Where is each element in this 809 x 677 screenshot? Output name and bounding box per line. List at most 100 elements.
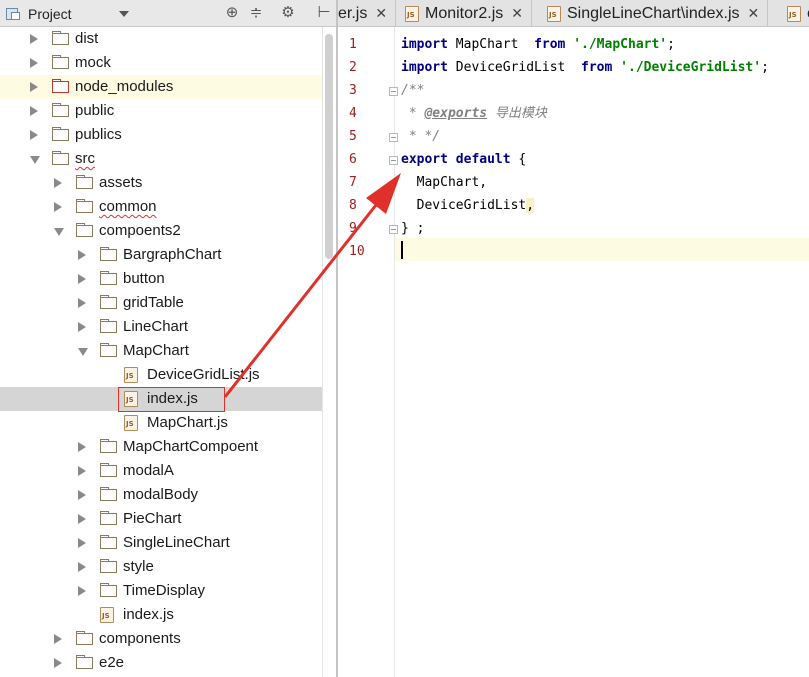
tree-file-item[interactable]: JS index.js: [0, 603, 322, 627]
tree-file-item[interactable]: JS MapChart.js: [0, 411, 322, 435]
chevron-right-icon[interactable]: [78, 538, 86, 548]
tree-folder-item[interactable]: common: [0, 195, 322, 219]
tree-folder-item[interactable]: dist: [0, 27, 322, 51]
chevron-right-icon[interactable]: [30, 58, 38, 68]
tree-scrollbar-thumb[interactable]: [325, 34, 333, 259]
tree-folder-item[interactable]: SingleLineChart: [0, 531, 322, 555]
tree-item-label: modalBody: [123, 486, 199, 503]
tree-folder-item[interactable]: BargraphChart: [0, 243, 322, 267]
tree-folder-item[interactable]: MapChartCompoent: [0, 435, 322, 459]
tree-folder-item[interactable]: style: [0, 555, 322, 579]
chevron-right-icon[interactable]: [78, 250, 86, 260]
code-line: DeviceGridList,: [401, 194, 535, 217]
code-token: *: [401, 106, 425, 121]
chevron-right-icon[interactable]: [30, 82, 38, 92]
tree-file-item[interactable]: JS DeviceGridList.js: [0, 363, 322, 387]
tree-folder-item[interactable]: modalA: [0, 459, 322, 483]
chevron-right-icon[interactable]: [78, 466, 86, 476]
chevron-right-icon[interactable]: [54, 658, 62, 668]
code-line: * @exports 导出模块: [401, 102, 547, 125]
folder-icon: [100, 247, 117, 261]
tree-item-label: gridTable: [123, 294, 184, 311]
chevron-right-icon[interactable]: [78, 322, 86, 332]
close-icon[interactable]: ✕: [511, 5, 523, 22]
chevron-right-icon[interactable]: [54, 202, 62, 212]
code-token: MapChart: [447, 37, 535, 52]
chevron-right-icon[interactable]: [54, 178, 62, 188]
folder-icon: [100, 487, 117, 501]
chevron-right-icon[interactable]: [78, 274, 86, 284]
tree-item-label: modalA: [123, 462, 174, 479]
tree-folder-item[interactable]: src: [0, 147, 322, 171]
js-file-icon-glyph: JS: [102, 612, 110, 620]
tree-folder-item[interactable]: mock: [0, 51, 322, 75]
js-file-icon: JS: [787, 5, 801, 22]
code-line: MapChart,: [401, 171, 487, 194]
tree-item-label: TimeDisplay: [123, 582, 205, 599]
tree-folder-item[interactable]: publics: [0, 123, 322, 147]
hide-panel-icon[interactable]: ⊢: [314, 4, 334, 22]
chevron-right-icon[interactable]: [78, 514, 86, 524]
tree-folder-item[interactable]: PieChart: [0, 507, 322, 531]
tree-folder-item[interactable]: modalBody: [0, 483, 322, 507]
target-icon[interactable]: ⊕: [222, 4, 242, 22]
chevron-right-icon[interactable]: [78, 562, 86, 572]
editor-tab[interactable]: JS SingleLineChart\index.js ✕: [537, 0, 769, 26]
chevron-right-icon[interactable]: [78, 442, 86, 452]
chevron-right-icon[interactable]: [30, 34, 38, 44]
collapse-all-icon[interactable]: ≑: [246, 4, 266, 22]
code-token: MapChart,: [401, 175, 488, 190]
editor-tab[interactable]: er.js ✕: [338, 0, 397, 26]
chevron-right-icon[interactable]: [78, 490, 86, 500]
project-view-selector[interactable]: Project: [6, 0, 129, 27]
close-icon[interactable]: ✕: [748, 5, 760, 22]
js-file-icon-glyph: JS: [126, 420, 134, 428]
chevron-down-icon[interactable]: [78, 348, 88, 356]
chevron-right-icon[interactable]: [78, 298, 86, 308]
code-token: './DeviceGridList': [620, 60, 762, 75]
line-number: 9: [349, 221, 357, 236]
editor-tab[interactable]: JSc: [777, 0, 809, 26]
js-file-icon-glyph: JS: [549, 10, 557, 19]
tree-folder-item[interactable]: assets: [0, 171, 322, 195]
chevron-down-icon[interactable]: [30, 156, 40, 164]
tree-folder-item[interactable]: TimeDisplay: [0, 579, 322, 603]
chevron-right-icon[interactable]: [30, 130, 38, 140]
line-number: 7: [349, 175, 357, 190]
tree-folder-item[interactable]: gridTable: [0, 291, 322, 315]
tree-item-label: src: [75, 150, 95, 167]
code-token: ;: [667, 37, 675, 52]
tree-folder-item[interactable]: LineChart: [0, 315, 322, 339]
chevron-down-icon[interactable]: [54, 228, 64, 236]
tree-folder-item[interactable]: e2e: [0, 651, 322, 675]
project-panel-title: Project: [28, 5, 72, 22]
chevron-right-icon[interactable]: [30, 106, 38, 116]
tree-item-label: common: [99, 198, 157, 215]
folder-icon: [100, 463, 117, 477]
gear-icon[interactable]: ⚙: [278, 4, 298, 22]
tree-folder-item[interactable]: compoents2: [0, 219, 322, 243]
tree-folder-item[interactable]: components: [0, 627, 322, 651]
tree-folder-item[interactable]: button: [0, 267, 322, 291]
tree-item-label: e2e: [99, 654, 125, 671]
folder-icon: [52, 31, 69, 45]
tree-folder-item[interactable]: MapChart: [0, 339, 322, 363]
code-line: import MapChart from './MapChart';: [401, 33, 675, 56]
editor-tab-label: er.js: [338, 4, 368, 22]
tree-item-label: node_modules: [75, 78, 174, 95]
code-token: DeviceGridList: [401, 198, 527, 213]
close-icon[interactable]: ✕: [375, 5, 387, 22]
code-line: import DeviceGridList from './DeviceGrid…: [401, 56, 769, 79]
tree-folder-item[interactable]: node_modules: [0, 75, 322, 99]
chevron-right-icon[interactable]: [78, 586, 86, 596]
line-number: 8: [349, 198, 357, 213]
tree-folder-item[interactable]: public: [0, 99, 322, 123]
code-editor[interactable]: import MapChart from './MapChart'; import…: [396, 27, 809, 677]
folder-icon: [52, 55, 69, 69]
chevron-right-icon[interactable]: [54, 634, 62, 644]
editor-tab[interactable]: JS Monitor2.js ✕: [395, 0, 532, 26]
folder-icon: [100, 343, 117, 357]
folder-icon: [52, 79, 69, 93]
